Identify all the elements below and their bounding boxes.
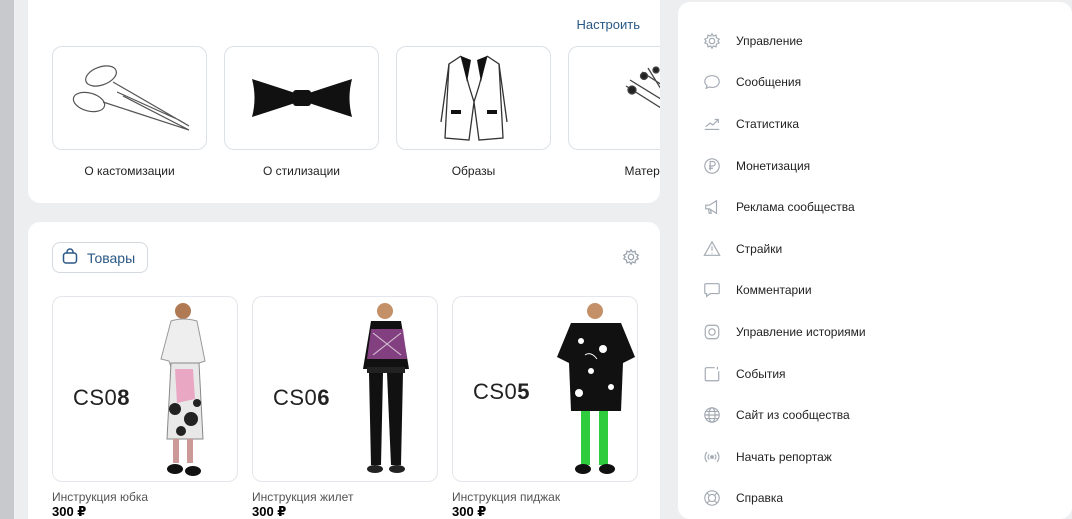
warning-icon xyxy=(702,239,722,259)
broadcast-icon xyxy=(702,447,722,467)
menu-item-comments[interactable]: Комментарии xyxy=(702,270,866,312)
product-title: Инструкция юбка xyxy=(52,490,149,504)
tile-materials[interactable]: Матери xyxy=(568,46,660,178)
menu-list: Управление Сообщения Статистика Монетиза… xyxy=(702,20,866,519)
products-row: CS08 Инструкция юбка 300 ₽ CS06 Инструкц… xyxy=(52,296,638,519)
product-price: 300 ₽ xyxy=(452,504,487,519)
menu-item-label: Управление xyxy=(736,33,803,48)
gear-icon[interactable] xyxy=(622,248,640,271)
product-image: CS08 xyxy=(52,296,238,482)
community-menu: Управление Сообщения Статистика Монетиза… xyxy=(678,2,1072,519)
menu-item-broadcast[interactable]: Начать репортаж xyxy=(702,436,866,478)
menu-item-management[interactable]: Управление xyxy=(702,20,866,62)
product-card[interactable]: CS08 Инструкция юбка 300 ₽ xyxy=(52,296,238,519)
product-image: CS05 xyxy=(452,296,638,482)
product-title: Инструкция жилет xyxy=(252,490,354,504)
tile-looks[interactable]: Образы xyxy=(396,46,551,178)
tile-label: Образы xyxy=(451,164,496,178)
stats-icon xyxy=(702,114,722,134)
message-icon xyxy=(702,72,722,92)
product-code: CS06 xyxy=(273,385,331,410)
product-image: CS06 xyxy=(252,296,438,482)
megaphone-icon xyxy=(702,197,722,217)
menu-item-label: Управление историями xyxy=(736,324,866,339)
menu-item-stories[interactable]: Управление историями xyxy=(702,311,866,353)
product-card[interactable]: CS05 Инструкция пиджак 300 ₽ xyxy=(452,296,638,519)
menu-item-messages[interactable]: Сообщения xyxy=(702,62,866,104)
tiles-row: О кастомизации О стилизации Образы Матер xyxy=(52,46,660,178)
product-price: 300 ₽ xyxy=(252,504,287,519)
menu-item-help[interactable]: Справка xyxy=(702,478,866,519)
bowtie-icon xyxy=(224,46,379,150)
menu-item-label: Статистика xyxy=(736,116,800,131)
comment-icon xyxy=(702,280,722,300)
stories-icon xyxy=(702,322,722,342)
gear-icon xyxy=(702,31,722,51)
menu-item-site[interactable]: Сайт из сообщества xyxy=(702,394,866,436)
menu-item-label: Сообщения xyxy=(736,75,802,90)
events-icon xyxy=(702,364,722,384)
menu-item-ads[interactable]: Реклама сообщества xyxy=(702,186,866,228)
globe-icon xyxy=(702,405,722,425)
product-code: CS05 xyxy=(473,379,531,404)
tile-customization[interactable]: О кастомизации xyxy=(52,46,207,178)
menu-item-label: Справка xyxy=(736,491,784,506)
menu-item-label: Монетизация xyxy=(736,158,811,173)
product-title: Инструкция пиджак xyxy=(452,490,561,504)
products-chip[interactable]: Товары xyxy=(52,242,149,273)
tile-label: О кастомизации xyxy=(84,164,175,178)
menu-item-label: Комментарии xyxy=(736,283,812,298)
menu-item-label: События xyxy=(736,366,786,381)
product-card[interactable]: CS06 Инструкция жилет 300 ₽ xyxy=(252,296,438,519)
jacket-icon xyxy=(396,46,551,150)
scissors-icon xyxy=(52,46,207,150)
product-price: 300 ₽ xyxy=(52,504,87,519)
tile-stylization[interactable]: О стилизации xyxy=(224,46,379,178)
tile-label: О стилизации xyxy=(262,164,341,178)
pins-icon xyxy=(568,46,660,150)
menu-item-events[interactable]: События xyxy=(702,353,866,395)
menu-item-label: Реклама сообщества xyxy=(736,200,855,215)
configure-link[interactable]: Настроить xyxy=(576,17,640,32)
menu-item-label: Начать репортаж xyxy=(736,449,832,464)
menu-item-label: Сайт из сообщества xyxy=(736,408,850,423)
menu-item-monetization[interactable]: Монетизация xyxy=(702,145,866,187)
ruble-icon xyxy=(702,156,722,176)
page-left-edge xyxy=(0,0,14,519)
menu-item-statistics[interactable]: Статистика xyxy=(702,103,866,145)
shopping-bag-icon xyxy=(61,247,79,268)
products-chip-label: Товары xyxy=(87,249,136,266)
customization-card: Настроить О кастомизации О стилизации Об… xyxy=(28,0,660,203)
market-card: Товары CS08 Инструкция юбка 300 ₽ CS06 И… xyxy=(28,222,660,519)
help-icon xyxy=(702,488,722,508)
product-code: CS08 xyxy=(73,385,131,410)
tile-label: Матери xyxy=(624,164,660,178)
menu-item-strikes[interactable]: Страйки xyxy=(702,228,866,270)
menu-item-label: Страйки xyxy=(736,241,783,256)
